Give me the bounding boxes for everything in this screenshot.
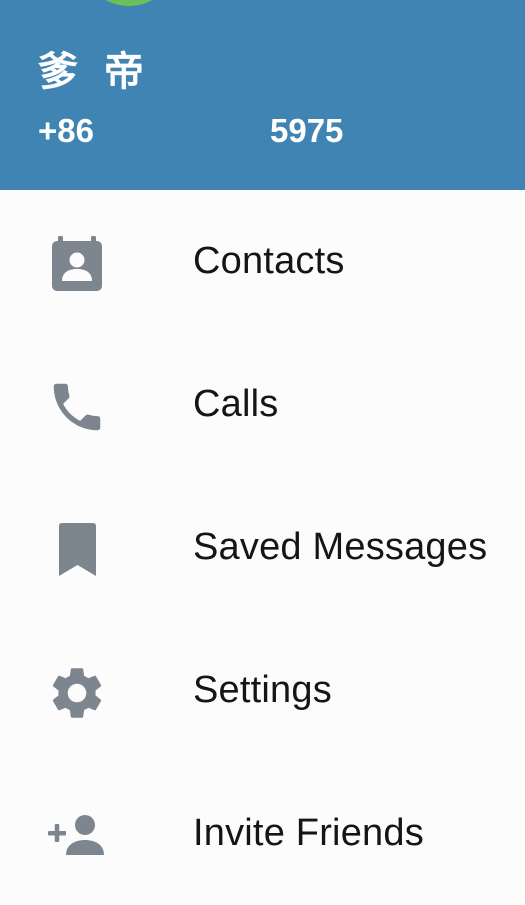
- menu-item-label: Settings: [193, 669, 332, 711]
- gear-icon: [46, 662, 108, 724]
- menu-item-saved-messages[interactable]: Saved Messages: [0, 476, 525, 619]
- drawer-header: 爹 帝 +86 5975: [0, 0, 525, 190]
- phone-number-prefix: +86: [38, 112, 94, 149]
- user-name: 爹 帝: [38, 49, 150, 95]
- menu-item-settings[interactable]: Settings: [0, 619, 525, 762]
- contacts-icon: [46, 233, 108, 295]
- menu-item-label: Invite Friends: [193, 812, 424, 854]
- menu-item-label: Saved Messages: [193, 526, 488, 568]
- phone-icon: [46, 376, 108, 438]
- menu-item-label: Contacts: [193, 240, 345, 282]
- menu-item-calls[interactable]: Calls: [0, 333, 525, 476]
- bookmark-icon: [46, 519, 108, 581]
- menu-item-invite-friends[interactable]: Invite Friends: [0, 762, 525, 905]
- menu-item-label: Calls: [193, 383, 279, 425]
- add-person-icon: [46, 805, 108, 867]
- phone-number-suffix: 5975: [270, 112, 344, 149]
- phone-number: +86 5975: [38, 111, 358, 151]
- drawer-menu: Contacts Calls Saved Messages Settings I…: [0, 190, 525, 905]
- menu-item-contacts[interactable]: Contacts: [0, 190, 525, 333]
- avatar[interactable]: [86, 0, 172, 6]
